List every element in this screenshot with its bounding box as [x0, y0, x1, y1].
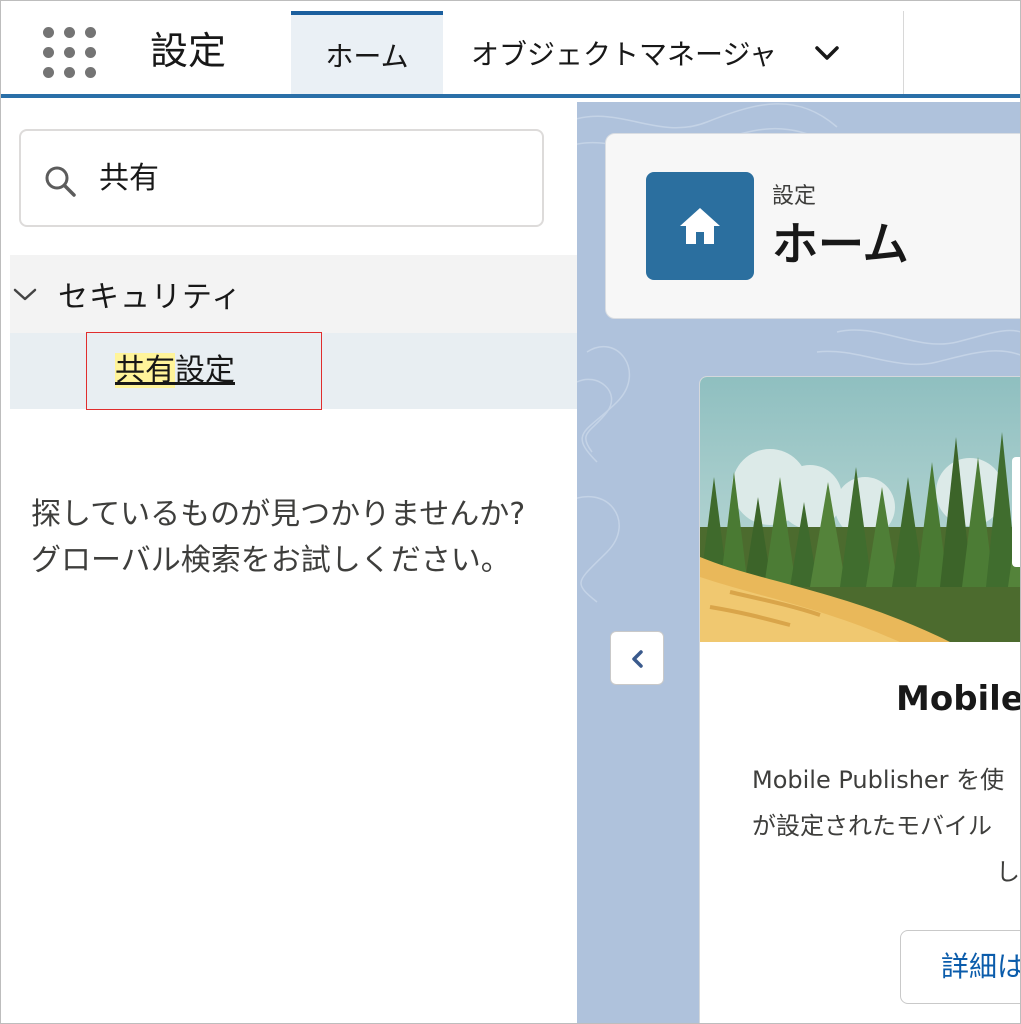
tab-home[interactable]: ホーム — [291, 11, 443, 94]
not-found-line-1: 探しているものが見つかりませんか? — [31, 497, 526, 532]
tree-item-sharing-settings[interactable]: 共有設定 — [115, 350, 235, 392]
quick-find-search-box[interactable]: 共有 — [19, 129, 544, 227]
global-nav-bar: 設定 ホーム オブジェクトマネージャ — [1, 1, 1020, 98]
page-header-card: 設定 ホーム — [605, 133, 1020, 319]
app-name: 設定 — [150, 29, 227, 73]
search-match-highlight: 共有 — [115, 353, 175, 388]
tree-section-security[interactable]: セキュリティ — [10, 255, 577, 333]
tree-item-label-rest: 設定 — [175, 353, 235, 388]
chevron-down-icon — [10, 279, 40, 309]
home-icon — [646, 172, 754, 280]
app-launcher-grid-icon[interactable] — [43, 27, 99, 79]
search-icon — [43, 164, 77, 198]
card-description: Mobile Publisher を使 が設定されたモバイル し — [752, 757, 1020, 895]
setup-window: 設定 ホーム オブジェクトマネージャ 共有 セキュリティ 共有設定 探しているも… — [0, 0, 1021, 1024]
not-found-message: 探しているものが見つかりませんか? グローバル検索をお試しください。 — [31, 492, 525, 584]
main-content: 設定 ホーム Mobile Mobile Publisher を使 が設定された… — [577, 102, 1021, 1023]
tab-home-label: ホーム — [325, 39, 409, 73]
tree-section-label: セキュリティ — [58, 280, 243, 315]
card-description-line-2: が設定されたモバイル — [752, 812, 992, 840]
forest-illustration — [700, 377, 1020, 642]
learn-more-button[interactable]: 詳細は — [900, 930, 1020, 1004]
not-found-line-2: グローバル検索をお試しください。 — [31, 543, 511, 578]
card-title: Mobile — [896, 679, 1021, 719]
card-description-line-3: し — [996, 858, 1020, 886]
search-input[interactable]: 共有 — [99, 159, 159, 199]
tab-object-manager[interactable]: オブジェクトマネージャ — [444, 11, 904, 94]
setup-tree-panel: 共有 セキュリティ 共有設定 探しているものが見つかりませんか? グローバル検索… — [1, 102, 577, 1023]
mobile-publisher-card: Mobile Mobile Publisher を使 が設定されたモバイル し … — [699, 376, 1021, 1023]
chevron-down-icon[interactable] — [811, 37, 843, 69]
tab-object-manager-label: オブジェクトマネージャ — [471, 37, 778, 71]
card-description-line-1: Mobile Publisher を使 — [752, 766, 1005, 794]
chevron-left-icon — [632, 650, 643, 668]
page-header-subtitle: 設定 — [772, 184, 817, 209]
collapse-panel-button[interactable] — [610, 631, 664, 685]
page-title: ホーム — [772, 217, 909, 271]
